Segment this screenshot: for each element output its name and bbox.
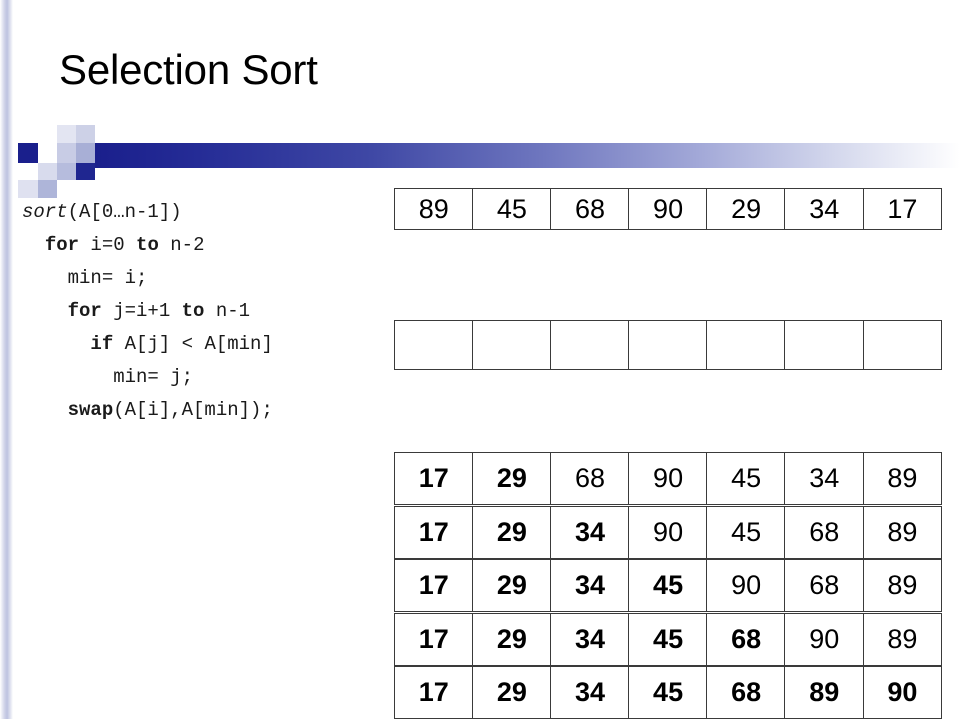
array-cell: 68 bbox=[706, 666, 786, 719]
pseudocode-text: n-1 bbox=[204, 300, 251, 322]
array-cell: 90 bbox=[706, 559, 786, 612]
pseudocode-keyword: swap bbox=[67, 399, 114, 421]
pseudocode-keyword: to bbox=[136, 234, 159, 256]
array-cell: 29 bbox=[472, 612, 552, 666]
array-row-step: 17 29 34 45 68 90 89 bbox=[394, 612, 943, 666]
array-cell: 29 bbox=[472, 505, 552, 559]
array-cell: 89 bbox=[862, 505, 943, 559]
title-separator-bar bbox=[95, 143, 960, 168]
array-cell: 90 bbox=[784, 612, 865, 666]
pseudocode-keyword: if bbox=[90, 333, 114, 355]
array-cell bbox=[550, 320, 630, 370]
array-cell bbox=[784, 320, 865, 370]
array-cell: 34 bbox=[784, 452, 865, 505]
array-cell: 68 bbox=[550, 188, 630, 230]
pseudocode-line: min= i; bbox=[22, 262, 273, 295]
pseudocode-line: if A[j] < A[min] bbox=[22, 328, 273, 361]
array-cell bbox=[706, 320, 786, 370]
array-cell: 89 bbox=[784, 666, 865, 719]
array-cell: 90 bbox=[628, 188, 708, 230]
array-cell: 89 bbox=[862, 559, 943, 612]
pseudocode-keyword: for bbox=[67, 300, 102, 322]
array-cell: 45 bbox=[628, 559, 708, 612]
array-cell: 68 bbox=[706, 612, 786, 666]
array-cell: 45 bbox=[706, 505, 786, 559]
array-cell: 17 bbox=[394, 612, 474, 666]
pseudocode-keyword: to bbox=[181, 300, 205, 322]
array-cell: 90 bbox=[628, 505, 708, 559]
array-cell: 90 bbox=[628, 452, 708, 505]
array-cell: 17 bbox=[394, 666, 474, 719]
array-cell: 17 bbox=[394, 559, 474, 612]
mosaic-square bbox=[38, 143, 57, 163]
pseudocode-block: sort(A[0…n-1]) for i=0 to n-2 min= i; fo… bbox=[22, 196, 273, 427]
array-cell: 68 bbox=[550, 452, 630, 505]
mosaic-square bbox=[76, 125, 95, 143]
pseudocode-line: for i=0 to n-2 bbox=[22, 229, 273, 262]
array-cell: 34 bbox=[784, 188, 865, 230]
array-row-step: 17 29 34 45 68 89 90 bbox=[394, 666, 943, 719]
mosaic-square bbox=[57, 143, 76, 163]
array-row-step: 17 29 68 90 45 34 89 bbox=[394, 452, 943, 505]
pseudocode-keyword: for bbox=[44, 234, 80, 256]
array-cell: 45 bbox=[472, 188, 552, 230]
array-row-step: 17 29 34 90 45 68 89 bbox=[394, 505, 943, 559]
array-cell: 34 bbox=[550, 612, 630, 666]
array-row-initial: 89 45 68 90 29 34 17 bbox=[394, 188, 943, 230]
mosaic-square bbox=[38, 163, 57, 180]
array-cell: 29 bbox=[472, 559, 552, 612]
pseudocode-line: min= j; bbox=[22, 361, 273, 394]
pseudocode-text: j=i+1 bbox=[101, 300, 182, 322]
array-row-step: 17 29 34 45 90 68 89 bbox=[394, 559, 943, 612]
pseudocode-line: sort(A[0…n-1]) bbox=[22, 196, 273, 229]
array-cell: 45 bbox=[706, 452, 786, 505]
pseudocode-function-name: sort bbox=[22, 201, 68, 223]
mosaic-square bbox=[18, 143, 38, 163]
slide-canvas: Selection Sort sort(A[0…n-1]) for i=0 to… bbox=[0, 0, 960, 719]
pseudocode-text: (A[i],A[min]); bbox=[113, 399, 273, 421]
array-row-blank bbox=[394, 320, 943, 370]
array-cell: 29 bbox=[706, 188, 786, 230]
array-cell: 90 bbox=[862, 666, 943, 719]
array-cell: 89 bbox=[862, 612, 943, 666]
array-cell: 89 bbox=[394, 188, 474, 230]
pseudocode-text: A[j] < A[min] bbox=[113, 333, 273, 355]
array-cell: 17 bbox=[862, 188, 943, 230]
array-cell: 68 bbox=[784, 505, 865, 559]
mosaic-square bbox=[18, 163, 38, 180]
pseudocode-line: swap(A[i],A[min]); bbox=[22, 394, 273, 427]
array-cell: 17 bbox=[394, 505, 474, 559]
array-cell bbox=[472, 320, 552, 370]
mosaic-square bbox=[76, 163, 95, 180]
page-title: Selection Sort bbox=[59, 46, 318, 93]
mosaic-square bbox=[57, 163, 76, 180]
array-cell: 29 bbox=[472, 666, 552, 719]
pseudocode-line: for j=i+1 to n-1 bbox=[22, 295, 273, 328]
array-cell bbox=[862, 320, 943, 370]
pseudocode-text: min= i; bbox=[67, 267, 148, 289]
pseudocode-text: n-2 bbox=[158, 234, 205, 256]
array-cell: 17 bbox=[394, 452, 474, 505]
array-cell: 89 bbox=[862, 452, 943, 505]
array-cell bbox=[628, 320, 708, 370]
array-cell: 45 bbox=[628, 612, 708, 666]
pseudocode-text: (A[0…n-1]) bbox=[67, 201, 182, 223]
array-cell: 29 bbox=[472, 452, 552, 505]
array-cell: 68 bbox=[784, 559, 865, 612]
array-cell bbox=[394, 320, 474, 370]
array-cell: 34 bbox=[550, 666, 630, 719]
array-cell: 34 bbox=[550, 505, 630, 559]
mosaic-square bbox=[76, 143, 95, 163]
left-accent-strip bbox=[0, 0, 13, 719]
array-cell: 45 bbox=[628, 666, 708, 719]
pseudocode-text: i=0 bbox=[79, 234, 137, 256]
array-cell: 34 bbox=[550, 559, 630, 612]
pseudocode-text: min= j; bbox=[113, 366, 194, 388]
mosaic-square bbox=[57, 125, 76, 143]
